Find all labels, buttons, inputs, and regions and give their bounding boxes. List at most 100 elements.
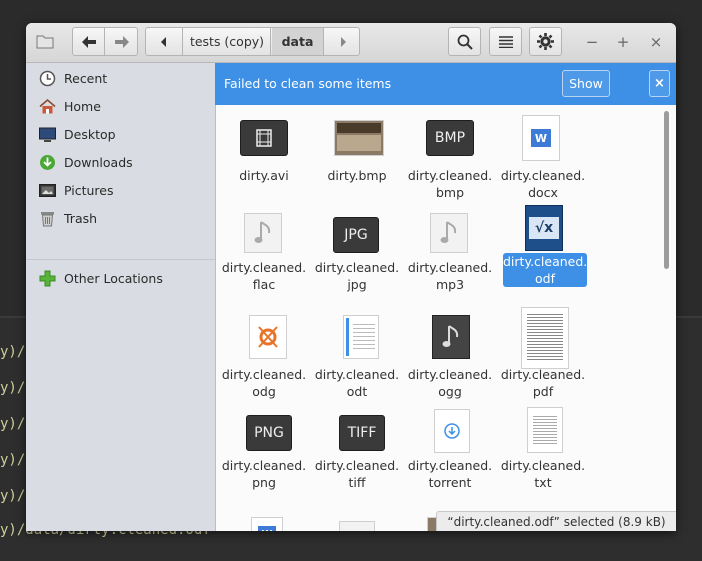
sidebar-item-desktop[interactable]: Desktop [26, 121, 215, 147]
file-label: dirty.cleaned. flac [221, 260, 307, 292]
file-item[interactable]: JPG dirty.cleaned. jpg [313, 211, 401, 307]
home-icon [39, 98, 56, 113]
search-button[interactable] [448, 27, 481, 56]
sidebar-item-label: Other Locations [64, 270, 163, 286]
word-doc-icon: W [522, 115, 560, 161]
maximize-icon: + [616, 33, 630, 51]
file-item[interactable]: dirty.cleaned. odt [313, 311, 401, 411]
sidebar-item-recent[interactable]: Recent [26, 65, 215, 91]
back-button[interactable] [73, 28, 105, 55]
gear-icon [537, 33, 554, 50]
arrow-right-icon [115, 35, 129, 48]
path-scroll-left-button[interactable] [146, 28, 183, 55]
path-segment-tests-copy[interactable]: tests (copy) [184, 28, 271, 55]
sidebar-item-home[interactable]: Home [26, 93, 215, 119]
path-scroll-right-button[interactable] [325, 28, 360, 55]
trash-icon [41, 211, 54, 226]
file-label: dirty.cleaned. odt [314, 367, 400, 399]
file-label: dirty.cleaned. odf [503, 253, 588, 287]
file-item[interactable]: dirty.cleaned. torrent [406, 409, 494, 507]
file-label: dirty.cleaned. png [221, 458, 307, 490]
history-nav [72, 27, 138, 56]
word-doc-icon[interactable]: W [251, 517, 283, 531]
file-label: dirty.cleaned. torrent [407, 458, 493, 490]
file-label: dirty.cleaned. odg [221, 367, 307, 399]
file-label: dirty.cleaned. ogg [407, 367, 493, 399]
scrollbar[interactable] [664, 111, 669, 269]
audio-dark-icon [432, 315, 470, 359]
sidebar-item-other-locations[interactable]: Other Locations [26, 265, 215, 291]
file-grid: dirty.avi dirty.bmp BMP dirty.cleaned. b… [216, 105, 676, 531]
list-view-icon [498, 35, 513, 48]
file-item[interactable]: dirty.bmp [313, 117, 401, 207]
file-item[interactable]: dirty.cleaned. mp3 [406, 211, 494, 307]
sidebar-item-label: Pictures [64, 182, 114, 198]
file-label: dirty.cleaned. jpg [314, 260, 400, 292]
drawing-icon [249, 315, 287, 359]
view-toggle-button[interactable] [489, 27, 522, 56]
file-label: dirty.cleaned. bmp [407, 168, 493, 200]
jpg-icon: JPG [333, 217, 379, 253]
file-manager-window: tests (copy) data − + × Recent Home Desk… [26, 23, 676, 531]
arrow-left-icon [81, 35, 96, 48]
torrent-icon [434, 409, 470, 453]
audio-icon [430, 213, 468, 253]
menu-button[interactable] [529, 27, 562, 56]
sidebar-item-downloads[interactable]: Downloads [26, 149, 215, 175]
audio-icon[interactable] [339, 521, 375, 531]
file-label: dirty.bmp [327, 168, 387, 183]
clock-icon [39, 70, 56, 86]
pictures-icon [39, 183, 56, 197]
header-bar: tests (copy) data − + × [26, 23, 676, 63]
chevron-left-icon [161, 36, 166, 47]
bmp-icon: BMP [426, 120, 474, 156]
file-item[interactable]: dirty.cleaned. txt [499, 407, 587, 507]
file-item[interactable]: W dirty.cleaned. docx [499, 115, 587, 207]
image-thumbnail-icon [334, 120, 384, 156]
file-label: dirty.cleaned. txt [500, 458, 586, 490]
file-item[interactable]: dirty.cleaned. odg [220, 311, 308, 411]
sidebar-item-label: Trash [64, 210, 98, 226]
sidebar-item-trash[interactable]: Trash [26, 205, 215, 231]
file-label: dirty.avi [239, 168, 289, 183]
file-item[interactable]: BMP dirty.cleaned. bmp [406, 117, 494, 207]
sidebar-item-label: Home [64, 98, 101, 114]
file-label: dirty.cleaned. tiff [314, 458, 400, 490]
search-icon [457, 34, 473, 50]
close-icon: × [649, 33, 663, 51]
chevron-right-icon [340, 36, 346, 47]
info-bar-message: Failed to clean some items [224, 76, 392, 91]
download-icon [40, 154, 55, 170]
maximize-button[interactable]: + [613, 32, 633, 52]
video-icon [240, 120, 288, 156]
minimize-button[interactable]: − [582, 32, 602, 52]
audio-icon [244, 213, 282, 253]
show-button[interactable]: Show [562, 70, 610, 97]
status-bar: “dirty.cleaned.odf” selected (8.9 kB) [436, 511, 676, 531]
info-bar-close-button[interactable]: × [649, 70, 670, 97]
file-label: dirty.cleaned. docx [500, 168, 586, 200]
file-item[interactable]: TIFF dirty.cleaned. tiff [313, 411, 401, 507]
desktop-icon [39, 127, 56, 142]
plus-icon [39, 270, 56, 286]
sidebar-item-label: Desktop [64, 126, 116, 142]
close-button[interactable]: × [646, 32, 666, 52]
file-item[interactable]: dirty.cleaned. pdf [499, 307, 587, 411]
folder-icon[interactable] [36, 33, 54, 50]
file-label: dirty.cleaned. mp3 [407, 260, 493, 292]
sidebar-divider [26, 259, 215, 260]
file-item-selected[interactable]: √x dirty.cleaned. odf [503, 205, 587, 309]
path-segment-data[interactable]: data [272, 28, 324, 55]
sidebar-item-pictures[interactable]: Pictures [26, 177, 215, 203]
file-item[interactable]: dirty.cleaned. flac [220, 211, 308, 307]
forward-button[interactable] [106, 28, 138, 55]
tiff-icon: TIFF [339, 415, 385, 451]
png-icon: PNG [246, 415, 292, 451]
file-item[interactable]: PNG dirty.cleaned. png [220, 411, 308, 507]
file-label: dirty.cleaned. pdf [500, 367, 586, 399]
file-item[interactable]: dirty.cleaned. ogg [406, 311, 494, 411]
formula-icon: √x [525, 205, 563, 251]
path-bar: tests (copy) data [145, 27, 360, 56]
file-item[interactable]: dirty.avi [220, 117, 308, 207]
minimize-icon: − [585, 33, 599, 51]
